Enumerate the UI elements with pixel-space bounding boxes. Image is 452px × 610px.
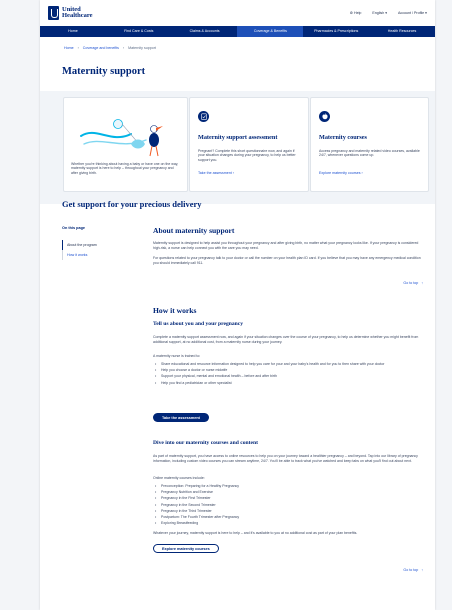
assessment-card: Maternity support assessment Pregnant? C… [189, 97, 309, 192]
about-text-2: For questions related to your pregnancy … [153, 256, 421, 265]
section-title: Get support for your precious delivery [62, 199, 202, 209]
toc-item-about[interactable]: About the program [62, 240, 113, 250]
courses-card-title: Maternity courses [319, 134, 367, 141]
list-item: Help you find a pediatrician or other sp… [155, 381, 428, 386]
explore-courses-button[interactable]: Explore maternity courses [153, 544, 219, 553]
list-item: Pregnancy in the Second Trimester [155, 503, 428, 508]
courses-list-intro: Online maternity courses include: [153, 476, 205, 480]
nav-claims[interactable]: Claims & Accounts [172, 26, 238, 37]
list-item: Share educational and resource informati… [155, 362, 428, 367]
courses-card: Maternity courses Access pregnancy and m… [310, 97, 429, 192]
list-item: Support your physical, mental and emotio… [155, 374, 428, 379]
breadcrumb: Home › Coverage and benefits › Maternity… [64, 46, 156, 50]
nav-home[interactable]: Home [40, 26, 106, 37]
list-item: Postpartum: The Fourth Trimester after P… [155, 515, 428, 520]
hero-card: Whether you're thinking about having a b… [63, 97, 188, 192]
main-nav: Home Find Care & Costs Claims & Accounts… [40, 26, 435, 37]
chevron-down-icon: ▾ [424, 11, 427, 15]
account-menu[interactable]: Account / Profile ▾ [398, 11, 427, 15]
take-assessment-link[interactable]: Take the assessment › [198, 171, 234, 175]
nav-find-care[interactable]: Find Care & Costs [106, 26, 172, 37]
logo-line2: Healthcare [62, 12, 93, 19]
about-text-1: Maternity support is designed to help as… [153, 241, 419, 250]
closing-text: Whatever your journey, maternity support… [153, 531, 358, 535]
breadcrumb-home[interactable]: Home [64, 46, 74, 50]
clipboard-check-icon [198, 111, 209, 122]
list-item: Pregnancy Nutrition and Exercise [155, 490, 428, 495]
chevron-right-icon: › [360, 171, 363, 175]
breadcrumb-separator: › [122, 46, 125, 50]
toc-item-how-it-works[interactable]: How it works [63, 250, 113, 260]
nurse-list: Share educational and resource informati… [153, 362, 428, 387]
breadcrumb-current: Maternity support [128, 46, 156, 50]
nav-health-resources[interactable]: Health Resources [369, 26, 435, 37]
courses-card-text: Access pregnancy and maternity related v… [319, 148, 420, 158]
utility-nav: ⚙ Help English ▾ Account / Profile ▾ [350, 11, 427, 15]
how-it-works-title: How it works [153, 306, 197, 315]
nav-coverage[interactable]: Coverage & Benefits [237, 26, 304, 37]
breadcrumb-separator: › [77, 46, 79, 50]
about-title: About maternity support [153, 226, 235, 235]
logo[interactable]: United Healthcare [48, 6, 93, 20]
chevron-right-icon: › [231, 171, 234, 175]
page-title: Maternity support [62, 66, 146, 77]
courses-subtitle: Dive into our maternity courses and cont… [153, 440, 258, 446]
toc: About the program How it works [62, 240, 113, 260]
hero-intro-text: Whether you're thinking about having a b… [71, 161, 179, 175]
logo-mark-icon [48, 6, 59, 20]
tell-us-text: Complete a maternity support assessment … [153, 335, 419, 344]
top-bar: United Healthcare ⚙ Help English ▾ Accou… [40, 0, 435, 26]
take-assessment-button[interactable]: Take the assessment [153, 413, 209, 422]
nurse-intro-text: A maternity nurse is trained to: [153, 354, 201, 358]
nav-pharmacies[interactable]: Pharmacies & Prescriptions [303, 26, 369, 37]
courses-text: As part of maternity support, you have a… [153, 454, 418, 463]
help-link[interactable]: ⚙ Help [350, 11, 362, 15]
page: United Healthcare ⚙ Help English ▾ Accou… [40, 0, 435, 610]
list-item: Preconception: Preparing for a Healthy P… [155, 484, 428, 489]
courses-list: Preconception: Preparing for a Healthy P… [153, 484, 428, 527]
arrow-up-icon: ↑ [421, 281, 423, 285]
go-to-top-link-bottom[interactable]: Go to top ↑ [403, 568, 423, 572]
stork-illustration [80, 119, 163, 157]
breadcrumb-coverage[interactable]: Coverage and benefits [83, 46, 119, 50]
assessment-card-title: Maternity support assessment [198, 134, 278, 141]
chevron-down-icon: ▾ [384, 11, 388, 15]
list-item: Pregnancy in the Third Trimester [155, 509, 428, 514]
list-item: Help you choose a doctor or nurse midwif… [155, 368, 428, 373]
go-to-top-link[interactable]: Go to top ↑ [403, 281, 423, 285]
assessment-card-text: Pregnant? Complete this short questionna… [198, 148, 296, 162]
tell-us-subtitle: Tell us about you and your pregnancy [153, 321, 244, 327]
language-select[interactable]: English ▾ [372, 11, 387, 15]
arrow-up-icon: ↑ [421, 568, 423, 572]
explore-courses-link[interactable]: Explore maternity courses › [319, 171, 363, 175]
toc-title: On this page [62, 226, 85, 230]
list-item: Pregnancy in the First Trimester [155, 496, 428, 501]
apple-icon [319, 111, 330, 122]
list-item: Exploring Breastfeeding [155, 521, 428, 526]
